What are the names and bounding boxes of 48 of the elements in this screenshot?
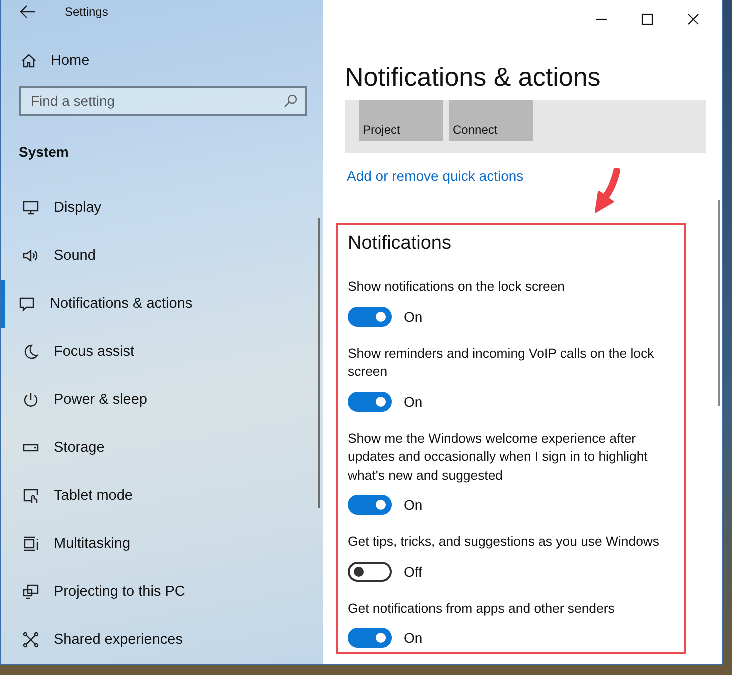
nav-item[interactable]: Power & sleep	[1, 376, 323, 424]
nav-item[interactable]: Shared experiences	[1, 616, 323, 664]
scrollbar[interactable]	[318, 218, 320, 508]
setting-label: Show reminders and incoming VoIP calls on the lock screen	[348, 344, 656, 381]
toggle-switch[interactable]	[348, 306, 392, 326]
search-icon	[284, 94, 298, 108]
screens-icon	[23, 584, 39, 600]
toggle-switch[interactable]	[348, 628, 392, 648]
nav-item[interactable]: Display	[1, 184, 323, 232]
speaker-icon	[23, 248, 39, 264]
scrollbar[interactable]	[718, 200, 720, 406]
arrow-icon	[593, 168, 623, 216]
setting-label: Get notifications from apps and other senders	[348, 600, 616, 618]
setting-label: Get tips, tricks, and suggestions as you use Windows	[348, 533, 661, 551]
toggle-state: On	[404, 497, 423, 513]
nav-item[interactable]: Focus assist	[1, 328, 323, 376]
nav-item[interactable]: Projecting to this PC	[1, 568, 323, 616]
quick-action-tile[interactable]: Connect	[449, 100, 533, 141]
toggle-state: On	[404, 630, 423, 646]
setting-label: Show me the Windows welcome experience after updates and occasionally when I sign in to highlight what's new and suggested	[348, 430, 649, 485]
nav-item[interactable]: Sound	[1, 232, 323, 280]
window-title: Settings	[65, 5, 108, 20]
quick-actions-link[interactable]: Add or remove quick actions	[347, 167, 524, 185]
moon-icon	[23, 344, 39, 360]
toggle-state: On	[404, 394, 423, 410]
monitor-icon	[23, 200, 39, 216]
toggle-switch[interactable]	[348, 495, 392, 515]
back-arrow-icon[interactable]	[20, 5, 36, 20]
house-icon	[21, 52, 37, 69]
toggle-switch[interactable]	[348, 562, 392, 582]
toggle-switch[interactable]	[348, 392, 392, 412]
nav-item[interactable]: Multitasking	[1, 520, 323, 568]
quick-action-tile[interactable]: Project	[359, 100, 443, 141]
nav-item[interactable]: Tablet mode	[1, 472, 323, 520]
section-heading: Notifications	[348, 232, 452, 256]
setting-label: Show notifications on the lock screen	[348, 278, 566, 296]
page-title: Notifications & actions	[345, 61, 602, 94]
nav-item[interactable]: Storage	[1, 424, 323, 472]
toggle-state: Off	[404, 564, 422, 580]
home-link[interactable]: Home	[1, 48, 323, 74]
power-icon	[23, 392, 39, 408]
tablet-touch-icon	[23, 488, 39, 504]
toggle-state: On	[404, 308, 423, 324]
speech-bubble-icon	[19, 296, 35, 312]
search-field[interactable]: Find a setting	[19, 86, 307, 116]
section-heading: System	[18, 143, 70, 162]
multitasking-icon	[23, 536, 39, 552]
network-icon	[23, 632, 39, 648]
